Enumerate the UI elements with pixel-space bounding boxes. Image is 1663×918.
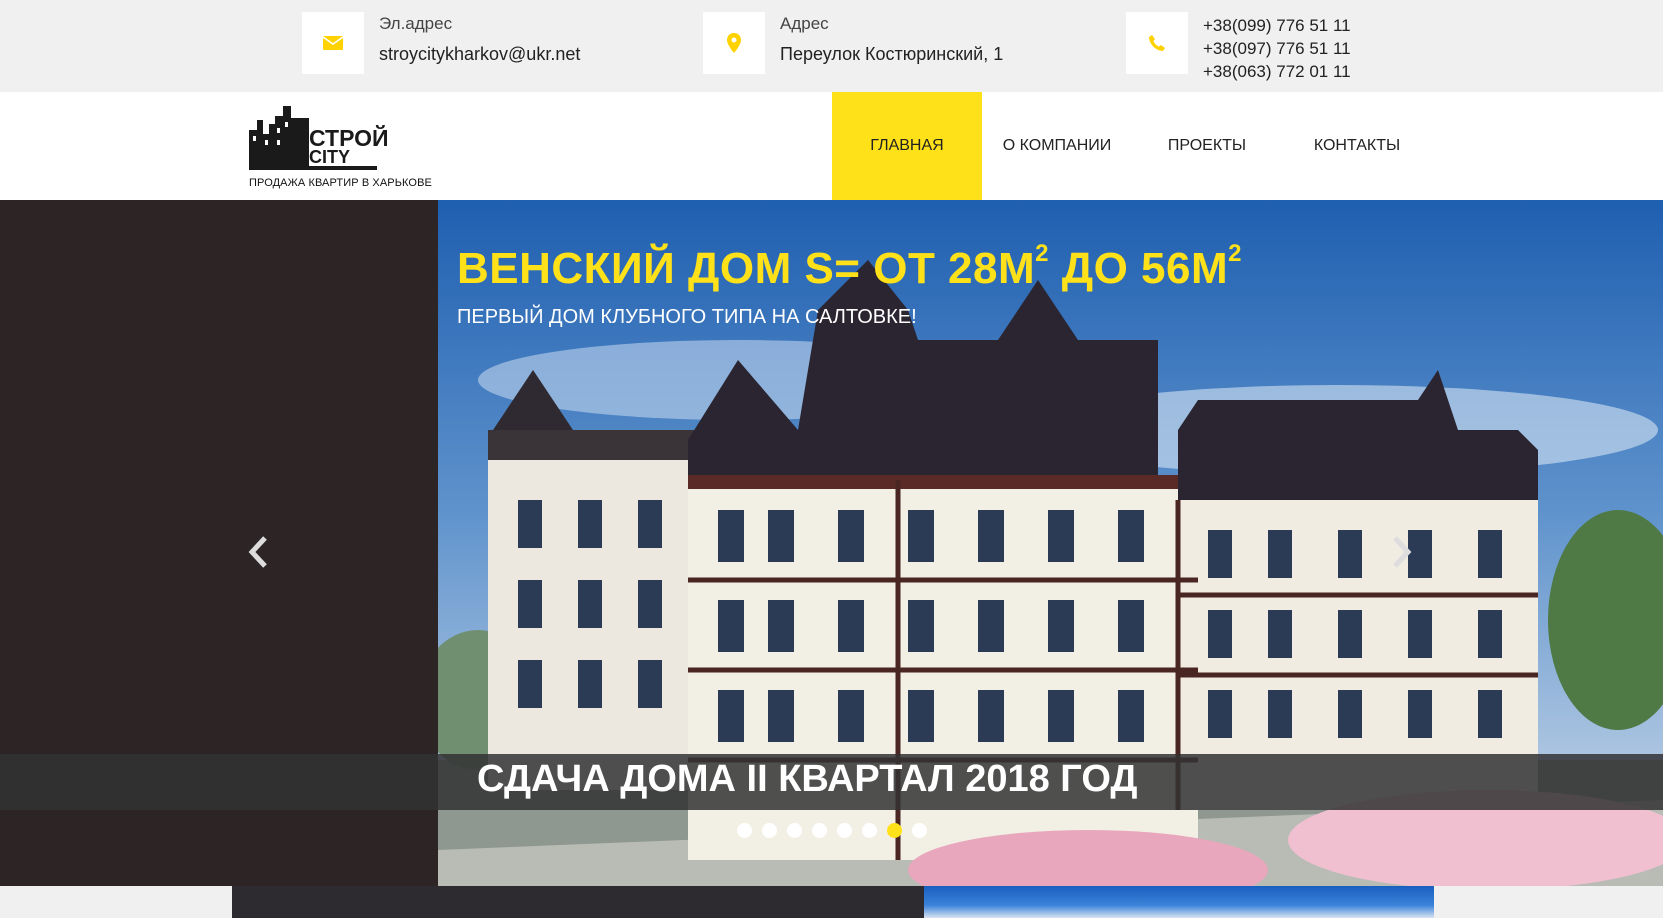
- slider-dot[interactable]: [837, 823, 852, 838]
- address-value: Переулок Костюринский, 1: [780, 44, 1004, 64]
- slider-dot[interactable]: [912, 823, 927, 838]
- phone-number-3[interactable]: +38(063) 772 01 11: [1203, 60, 1351, 83]
- logo-line2: CITY: [309, 147, 350, 167]
- nav-item-home[interactable]: ГЛАВНАЯ: [832, 92, 982, 200]
- site-header: СТРОЙ CITY ПРОДАЖА КВАРТИР В ХАРЬКОВЕ ГЛ…: [0, 92, 1663, 200]
- contact-address: Адрес Переулок Костюринский, 1: [703, 12, 1003, 74]
- contact-phones: +38(099) 776 51 11 +38(097) 776 51 11 +3…: [1126, 12, 1351, 83]
- slider-dot[interactable]: [862, 823, 877, 838]
- phone-number-2[interactable]: +38(097) 776 51 11: [1203, 37, 1351, 60]
- logo-subtitle: ПРОДАЖА КВАРТИР В ХАРЬКОВЕ: [249, 177, 432, 189]
- slide-subtitle: ПЕРВЫЙ ДОМ КЛУБНОГО ТИПА НА САЛТОВКЕ!: [457, 306, 917, 328]
- slider-dot[interactable]: [787, 823, 802, 838]
- chevron-left-icon: [248, 536, 267, 568]
- slider-dots: [737, 823, 937, 838]
- slide-title: ВЕНСКИЙ ДОМ S= ОТ 28М2 ДО 56М2: [457, 240, 1242, 293]
- email-value[interactable]: stroycitykharkov@ukr.net: [379, 42, 580, 66]
- chevron-right-icon: [1393, 536, 1412, 568]
- slider-dot[interactable]: [762, 823, 777, 838]
- slider-dot-active[interactable]: [887, 823, 902, 838]
- nav-item-about[interactable]: О КОМПАНИИ: [982, 92, 1132, 200]
- envelope-icon: [302, 12, 364, 74]
- slider-prev-button[interactable]: [238, 522, 278, 582]
- next-section-image: [924, 886, 1434, 918]
- top-contact-bar: Эл.адрес stroycitykharkov@ukr.net Адрес …: [0, 0, 1663, 92]
- address-label: Адрес: [780, 14, 829, 33]
- next-section-bg-right: [1434, 886, 1663, 918]
- phone-number-1[interactable]: +38(099) 776 51 11: [1203, 14, 1351, 37]
- hero-slider: ВЕНСКИЙ ДОМ S= ОТ 28М2 ДО 56М2 ПЕРВЫЙ ДО…: [0, 200, 1663, 886]
- phone-icon: [1126, 12, 1188, 74]
- email-label: Эл.адрес: [379, 14, 453, 33]
- slider-dot[interactable]: [737, 823, 752, 838]
- slider-dot[interactable]: [812, 823, 827, 838]
- nav-item-contacts[interactable]: КОНТАКТЫ: [1282, 92, 1432, 200]
- slide-caption: СДАЧА ДОМА II КВАРТАЛ 2018 ГОД: [477, 758, 1138, 800]
- nav-item-projects[interactable]: ПРОЕКТЫ: [1132, 92, 1282, 200]
- contact-email: Эл.адрес stroycitykharkov@ukr.net: [302, 12, 580, 74]
- slider-next-button[interactable]: [1382, 522, 1422, 582]
- map-pin-icon: [703, 12, 765, 74]
- main-nav: ГЛАВНАЯ О КОМПАНИИ ПРОЕКТЫ КОНТАКТЫ: [832, 92, 1432, 200]
- next-section-dark-panel: [232, 886, 924, 918]
- next-section-bg-left: [0, 886, 232, 918]
